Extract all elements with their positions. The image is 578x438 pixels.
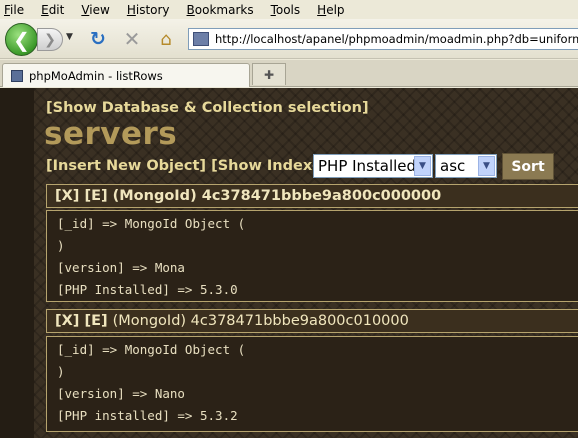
edit-record-link[interactable]: [E] [84, 313, 107, 329]
record-line: ) [57, 238, 65, 253]
record-line: ) [57, 364, 65, 379]
record-body: [_id] => MongoId Object ( ) [version] =>… [46, 336, 578, 432]
menu-history[interactable]: History [127, 3, 170, 17]
insert-new-object-link[interactable]: [Insert New Object] [46, 158, 206, 174]
collection-title: servers [44, 116, 178, 152]
action-links: [Insert New Object] [Show Indexes] [46, 158, 337, 174]
tab-title: phpMoAdmin - listRows [29, 68, 163, 83]
record-line: [PHP installed] => 5.3.2 [57, 408, 238, 423]
home-icon: ⌂ [160, 28, 172, 50]
record-line: [version] => Mona [57, 260, 185, 275]
edit-record-link[interactable]: [E] [84, 188, 107, 204]
reload-icon: ↻ [90, 28, 106, 50]
menu-tools[interactable]: Tools [271, 3, 301, 17]
new-tab-button[interactable]: ✚ [252, 63, 286, 85]
home-button[interactable]: ⌂ [154, 28, 178, 50]
sort-order-value: asc [440, 157, 466, 175]
menu-bookmarks[interactable]: Bookmarks [187, 3, 254, 17]
sort-field-value: PHP Installed [318, 157, 417, 175]
back-arrow-icon: ❮ [13, 27, 30, 52]
site-favicon-icon [193, 32, 209, 46]
plus-icon: ✚ [263, 67, 275, 82]
chevron-down-icon: ▼ [478, 156, 495, 176]
stop-button[interactable]: ✕ [120, 27, 144, 51]
menu-file[interactable]: File [4, 3, 24, 17]
forward-arrow-icon: ❯ [44, 31, 56, 48]
tab-favicon-icon [11, 69, 23, 82]
sort-field-select[interactable]: PHP Installed ▼ [313, 154, 433, 178]
record-line: [version] => Nano [57, 386, 185, 401]
address-bar[interactable]: http://localhost/apanel/phpmoadmin/moadm… [188, 28, 578, 50]
left-sidebar-strip [0, 88, 34, 438]
history-dropdown-button[interactable]: ▼ [66, 32, 73, 42]
record-line: [PHP Installed] => 5.3.0 [57, 282, 238, 297]
record-body: [_id] => MongoId Object ( ) [version] =>… [46, 210, 578, 302]
sort-button[interactable]: Sort [502, 153, 554, 180]
delete-record-link[interactable]: [X] [55, 313, 79, 329]
tab-listrows[interactable]: phpMoAdmin - listRows [2, 63, 250, 87]
page-content: [Show Database & Collection selection] s… [0, 88, 578, 438]
record-line: [_id] => MongoId Object ( [57, 216, 246, 231]
sort-order-select[interactable]: asc ▼ [435, 154, 497, 178]
tab-bar: phpMoAdmin - listRows ✚ [0, 60, 578, 87]
record-header: [X] [E] (MongoId) 4c378471bbbe9a800c0000… [46, 184, 578, 208]
chevron-down-icon: ▼ [66, 32, 73, 42]
menu-edit[interactable]: Edit [41, 3, 64, 17]
record-line: [_id] => MongoId Object ( [57, 342, 246, 357]
delete-record-link[interactable]: [X] [55, 188, 79, 204]
back-button[interactable]: ❮ [5, 23, 38, 56]
record-id: (MongoId) 4c378471bbbe9a800c010000 [112, 313, 409, 329]
address-url: http://localhost/apanel/phpmoadmin/moadm… [215, 32, 578, 46]
record-id: (MongoId) 4c378471bbbe9a800c000000 [112, 188, 442, 204]
menu-view[interactable]: View [81, 3, 109, 17]
forward-button[interactable]: ❯ [37, 28, 63, 51]
show-db-collection-selection-link[interactable]: [Show Database & Collection selection] [46, 100, 369, 116]
menu-help[interactable]: Help [317, 3, 344, 17]
reload-button[interactable]: ↻ [86, 28, 110, 50]
record-header: [X] [E] (MongoId) 4c378471bbbe9a800c0100… [46, 309, 578, 333]
menu-bar: File Edit View History Bookmarks Tools H… [0, 0, 578, 19]
stop-icon: ✕ [123, 27, 141, 51]
chevron-down-icon: ▼ [414, 156, 431, 176]
navigation-toolbar: ❮ ❯ ▼ ↻ ✕ ⌂ http://localhost/apanel/phpm… [0, 19, 578, 59]
